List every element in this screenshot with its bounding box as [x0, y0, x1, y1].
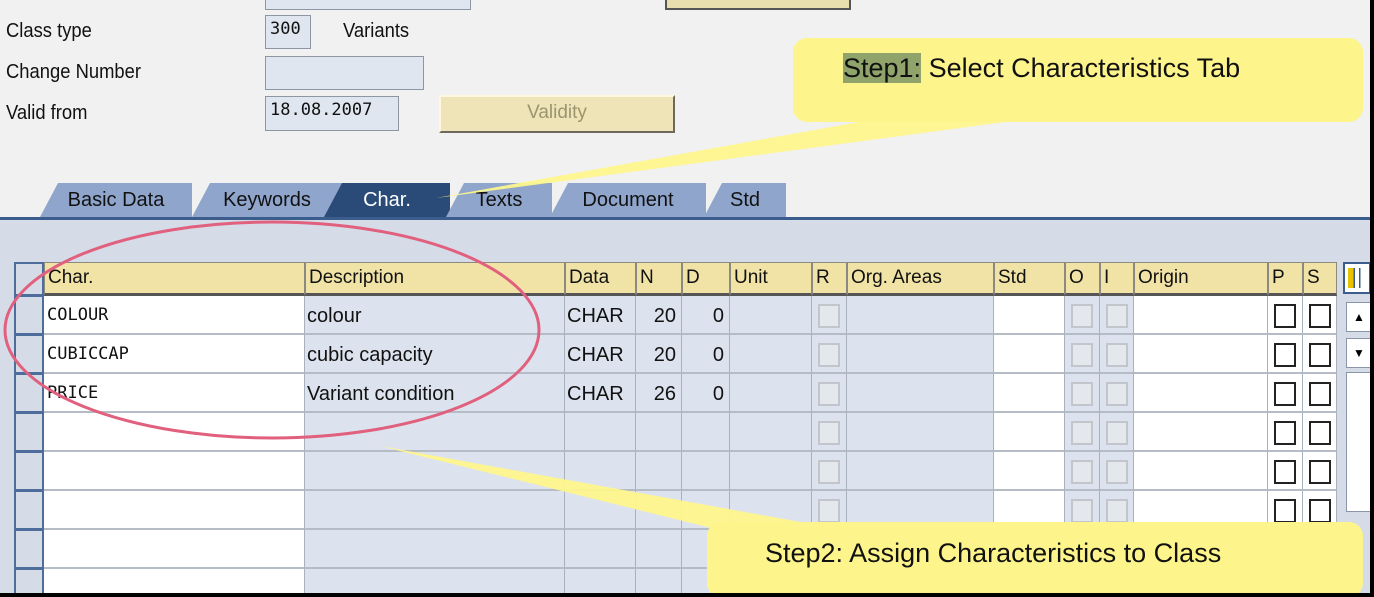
step1-prefix: Step1: — [843, 53, 922, 83]
step2-text: Step2: Assign Characteristics to Class — [765, 538, 1222, 568]
step2-callout: Step2: Assign Characteristics to Class — [707, 522, 1363, 593]
step1-pointer — [436, 120, 1020, 198]
step1-text: Select Characteristics Tab — [921, 53, 1241, 83]
sap-class-screen: Class type 300 Variants Change Number Va… — [0, 0, 1370, 593]
step1-callout: Step1: Select Characteristics Tab — [793, 38, 1363, 122]
highlight-ellipse — [3, 220, 541, 440]
